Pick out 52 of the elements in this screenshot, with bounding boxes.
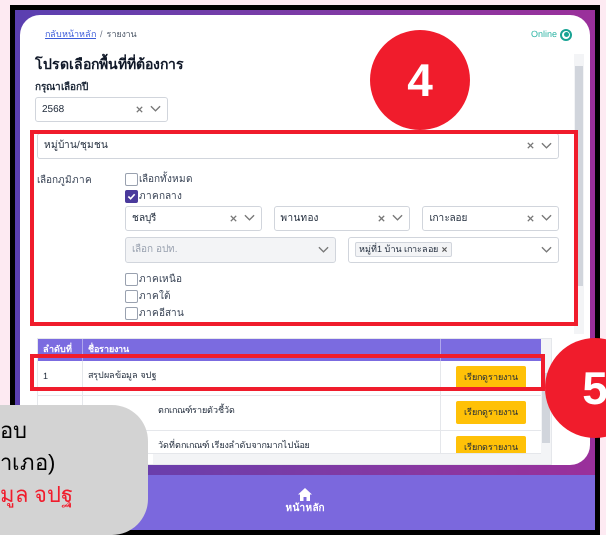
select-field[interactable]: เกาะลอย	[422, 206, 559, 230]
chevron-down-icon[interactable]	[392, 214, 404, 222]
checkbox-label: ภาคอีสาน	[139, 306, 184, 320]
page-heading: โปรดเลือกพื้นที่ที่ต้องการ	[35, 54, 185, 74]
checkbox-label: ภาคกลาง	[139, 190, 182, 204]
note-text: าเภอ)	[0, 449, 56, 477]
checkbox[interactable]	[125, 172, 138, 186]
remove-icon[interactable]	[441, 246, 448, 253]
column-header: ชื่อรายงาน	[83, 338, 441, 360]
horizontal-scrollbar[interactable]	[153, 454, 541, 464]
checkbox-label: ภาคใต้	[139, 289, 170, 304]
region-label: เลือกภูมิภาค	[37, 174, 93, 188]
select-field[interactable]: หมู่ที่1 บ้าน เกาะลอย	[348, 236, 559, 262]
table-cell: ตกเกณฑ์รายตัวชี้วัด	[158, 404, 235, 414]
chevron-down-icon[interactable]	[318, 246, 329, 254]
view-report-button[interactable]: เรียกดูรายงาน	[456, 366, 526, 389]
chevron-down-icon[interactable]	[244, 214, 255, 222]
chevron-down-icon[interactable]	[541, 142, 552, 150]
field-label: กรุณาเลือกปี	[35, 80, 89, 94]
view-report-button[interactable]: เรียกดรายงาน	[456, 436, 526, 452]
checkbox[interactable]	[125, 190, 138, 202]
home-nav-button[interactable]: หน้าหลัก	[286, 488, 324, 516]
select-field[interactable]: ชลบุรี	[125, 206, 262, 230]
status-label: Online	[530, 28, 557, 41]
column-header: ลำดับที่	[38, 338, 83, 360]
breadcrumb-separator: /	[100, 28, 103, 41]
table-cell: สรุปผลข้อมูล จปฐ	[88, 370, 157, 380]
chevron-down-icon[interactable]	[541, 246, 552, 254]
clear-icon[interactable]	[526, 141, 535, 150]
view-report-button[interactable]: เรียกดูรายงาน	[456, 401, 526, 424]
checkbox[interactable]	[125, 290, 138, 302]
clear-icon[interactable]	[526, 214, 535, 222]
clear-icon[interactable]	[228, 214, 238, 222]
select-field[interactable]: พานทอง	[274, 206, 410, 230]
clear-icon[interactable]	[377, 214, 386, 222]
selected-tag[interactable]: หมู่ที่1 บ้าน เกาะลอย	[355, 242, 452, 258]
note-text: มูล จปฐ	[0, 481, 74, 510]
table-cell: 1	[38, 360, 83, 394]
note-text: อบ	[0, 417, 28, 445]
table-cell: วัดที่ตกเกณฑ์ เรียงลำดับจากมากไปน้อย	[158, 440, 310, 450]
clear-icon[interactable]	[135, 104, 144, 114]
checkbox[interactable]	[125, 306, 138, 320]
breadcrumb-current: รายงาน	[106, 28, 137, 41]
back-link[interactable]: กลับหน้าหลัก	[45, 28, 96, 42]
checkbox-label: เลือกทั้งหมด	[139, 172, 192, 186]
checkbox[interactable]	[125, 272, 138, 286]
select-field[interactable]: 2568	[35, 96, 168, 122]
home-icon[interactable]	[298, 488, 312, 502]
chevron-down-icon[interactable]	[541, 214, 552, 222]
select-field[interactable]: หมู่บ้าน/ชุมชน	[37, 132, 559, 158]
checkbox-label: ภาคเหนือ	[139, 272, 182, 286]
chevron-down-icon[interactable]	[150, 105, 161, 113]
